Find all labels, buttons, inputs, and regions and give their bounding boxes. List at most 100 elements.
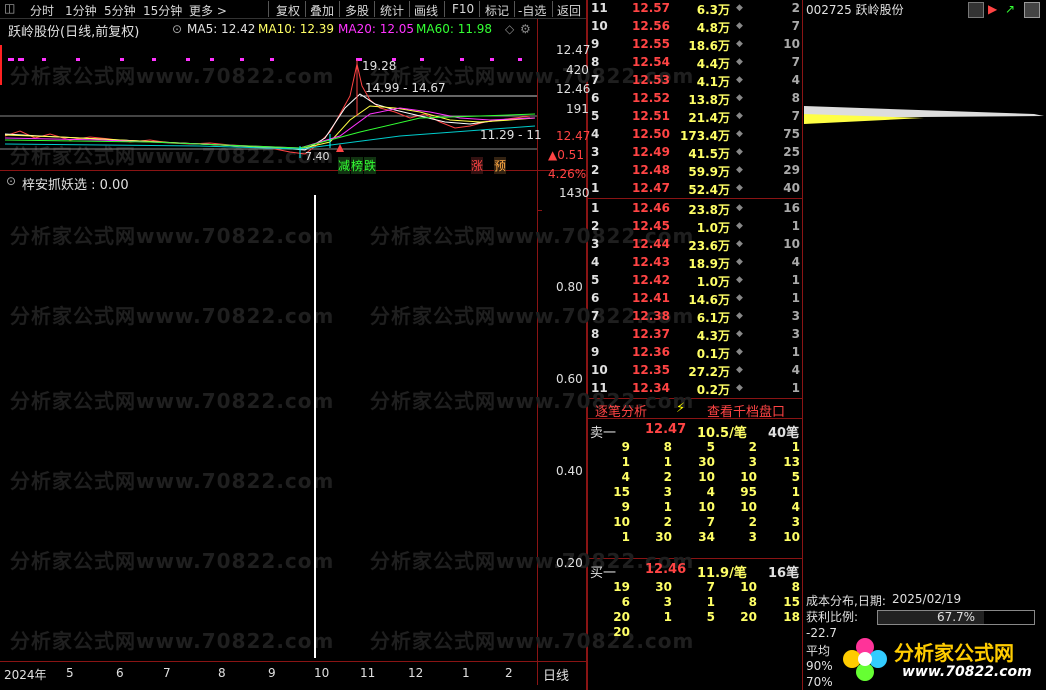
ask-row[interactable]: 5 12.51 21.4万 ◆ 7 bbox=[588, 108, 802, 126]
ask-row[interactable]: 8 12.54 4.4万 ◆ 7 bbox=[588, 54, 802, 72]
overlay-button[interactable]: 叠加 bbox=[310, 2, 334, 19]
period-selector[interactable]: 日线 bbox=[543, 665, 569, 684]
settings-icon[interactable]: ⚙ bbox=[520, 22, 531, 36]
trade-cell: 10 bbox=[613, 515, 630, 529]
tab-thousand-depth[interactable]: 查看千档盘口 bbox=[707, 401, 785, 420]
arrow-icon[interactable]: ↗ bbox=[1005, 2, 1015, 16]
ask-row[interactable]: 4 12.50 173.4万 ◆ 75 bbox=[588, 126, 802, 144]
trade-cell: 1 bbox=[663, 455, 672, 469]
bid-level: 1 bbox=[591, 201, 600, 215]
ma60-label: MA60: 11.98 bbox=[416, 22, 493, 36]
bid-level: 7 bbox=[591, 309, 600, 323]
panel-toggle-icon[interactable]: ◫ bbox=[4, 1, 15, 15]
ask-row[interactable]: 9 12.55 18.6万 ◆ 10 bbox=[588, 36, 802, 54]
ask-row[interactable]: 2 12.48 59.9万 ◆ 29 bbox=[588, 162, 802, 180]
watchlist-button[interactable]: -自选 bbox=[518, 2, 546, 19]
ask-price: 12.56 bbox=[632, 19, 670, 33]
ma-settings-icon[interactable]: ⊙ bbox=[172, 22, 182, 36]
diamond-icon: ◆ bbox=[736, 39, 743, 49]
trade-cell: 8 bbox=[748, 595, 757, 609]
flower-logo-icon bbox=[843, 638, 887, 681]
mark-button[interactable]: 标记 bbox=[485, 2, 509, 19]
tab-15min[interactable]: 15分钟 bbox=[143, 2, 182, 19]
xaxis-label-10: 10 bbox=[314, 666, 330, 680]
flag-icon[interactable]: ▶ bbox=[988, 2, 997, 16]
trade-cell: 3 bbox=[663, 595, 672, 609]
trade-cell: 13 bbox=[783, 455, 800, 469]
bid-level: 11 bbox=[591, 381, 608, 395]
multi-stock-button[interactable]: 多股 bbox=[345, 2, 369, 19]
ask-price: 12.52 bbox=[632, 91, 670, 105]
bid-row[interactable]: 2 12.45 1.0万 ◆ 1 bbox=[588, 218, 802, 236]
bid-row[interactable]: 6 12.41 14.6万 ◆ 1 bbox=[588, 290, 802, 308]
bid-row[interactable]: 11 12.34 0.2万 ◆ 1 bbox=[588, 380, 802, 398]
bid-row[interactable]: 10 12.35 27.2万 ◆ 4 bbox=[588, 362, 802, 380]
bid-level: 2 bbox=[591, 219, 600, 233]
ask-volume: 41.5万 bbox=[688, 147, 730, 161]
trade-cell: 4 bbox=[791, 500, 800, 514]
cost-line-5: 90% bbox=[806, 659, 833, 673]
lightning-icon[interactable]: ⚡ bbox=[676, 401, 685, 416]
ask-row[interactable]: 10 12.56 4.8万 ◆ 7 bbox=[588, 18, 802, 36]
ask-row[interactable]: 1 12.47 52.4万 ◆ 40 bbox=[588, 180, 802, 198]
image-icon[interactable] bbox=[1024, 2, 1040, 18]
stats-button[interactable]: 统计 bbox=[380, 2, 404, 19]
tag-reduce[interactable]: 减 bbox=[338, 157, 351, 174]
indicator-spike bbox=[314, 195, 316, 658]
bid-row[interactable]: 8 12.37 4.3万 ◆ 3 bbox=[588, 326, 802, 344]
xaxis-label-2: 2 bbox=[505, 666, 513, 680]
trade-cell: 30 bbox=[655, 530, 672, 544]
tag-forecast[interactable]: 预 bbox=[494, 157, 507, 174]
trade-cell: 4 bbox=[706, 485, 715, 499]
ask-count: 25 bbox=[783, 145, 800, 159]
tag-drop[interactable]: 跌 bbox=[364, 157, 377, 174]
indicator-settings-icon[interactable]: ⊙ bbox=[6, 174, 16, 188]
f10-button[interactable]: F10 bbox=[452, 2, 474, 16]
ask-price: 12.49 bbox=[632, 145, 670, 159]
diamond-icon: ◆ bbox=[736, 21, 743, 31]
tab-5min[interactable]: 5分钟 bbox=[104, 2, 136, 19]
ask-row[interactable]: 3 12.49 41.5万 ◆ 25 bbox=[588, 144, 802, 162]
ask-row[interactable]: 7 12.53 4.1万 ◆ 4 bbox=[588, 72, 802, 90]
bid-count: 3 bbox=[791, 327, 800, 341]
tag-rise[interactable]: 涨 bbox=[471, 157, 484, 174]
back-button[interactable]: 返回 bbox=[557, 2, 581, 19]
adjust-button[interactable]: 复权 bbox=[276, 2, 300, 19]
trade-cell: 7 bbox=[706, 580, 715, 594]
ask-level: 6 bbox=[591, 91, 600, 105]
diamond-icon: ◆ bbox=[736, 383, 743, 393]
trade-cell: 20 bbox=[613, 625, 630, 639]
bid-row[interactable]: 1 12.46 23.8万 ◆ 16 bbox=[588, 200, 802, 218]
indicator-title: 梓安抓妖选 : 0.00 bbox=[22, 178, 129, 193]
diamond-icon: ◆ bbox=[736, 311, 743, 321]
tab-intraday[interactable]: 分时 bbox=[30, 2, 54, 19]
ask-row[interactable]: 11 12.57 6.3万 ◆ 2 bbox=[588, 0, 802, 18]
ask-volume: 4.4万 bbox=[696, 57, 730, 71]
draw-line-button[interactable]: 画线 bbox=[414, 2, 438, 19]
trade-cell: 10 bbox=[740, 500, 757, 514]
tag-list[interactable]: 榜 bbox=[351, 157, 364, 174]
tab-more[interactable]: 更多 > bbox=[189, 2, 227, 19]
ask-price: 12.55 bbox=[632, 37, 670, 51]
low-price-marker: 7.40 bbox=[305, 150, 330, 163]
bid-row[interactable]: 9 12.36 0.1万 ◆ 1 bbox=[588, 344, 802, 362]
bid-row[interactable]: 7 12.38 6.1万 ◆ 3 bbox=[588, 308, 802, 326]
ask-price: 12.47 bbox=[632, 181, 670, 195]
ask-volume: 4.1万 bbox=[696, 75, 730, 89]
ask-row[interactable]: 6 12.52 13.8万 ◆ 8 bbox=[588, 90, 802, 108]
cost-line-6: 70% bbox=[806, 675, 833, 689]
bid-row[interactable]: 4 12.43 18.9万 ◆ 4 bbox=[588, 254, 802, 272]
trade-cell: 2 bbox=[663, 515, 672, 529]
bid-row[interactable]: 3 12.44 23.6万 ◆ 10 bbox=[588, 236, 802, 254]
kline-chart[interactable] bbox=[0, 36, 537, 170]
bid-row[interactable]: 5 12.42 1.0万 ◆ 1 bbox=[588, 272, 802, 290]
diamond-icon[interactable]: ◇ bbox=[505, 22, 514, 36]
trade-cell: 3 bbox=[748, 455, 757, 469]
ask-volume: 4.8万 bbox=[696, 21, 730, 35]
chart-mode-icon[interactable] bbox=[968, 2, 984, 18]
tab-1min[interactable]: 1分钟 bbox=[65, 2, 97, 19]
tab-tick-analysis[interactable]: 逐笔分析 bbox=[595, 401, 647, 420]
ask-level: 5 bbox=[591, 109, 600, 123]
bid-price: 12.41 bbox=[632, 291, 670, 305]
bid-count: 16 bbox=[783, 201, 800, 215]
